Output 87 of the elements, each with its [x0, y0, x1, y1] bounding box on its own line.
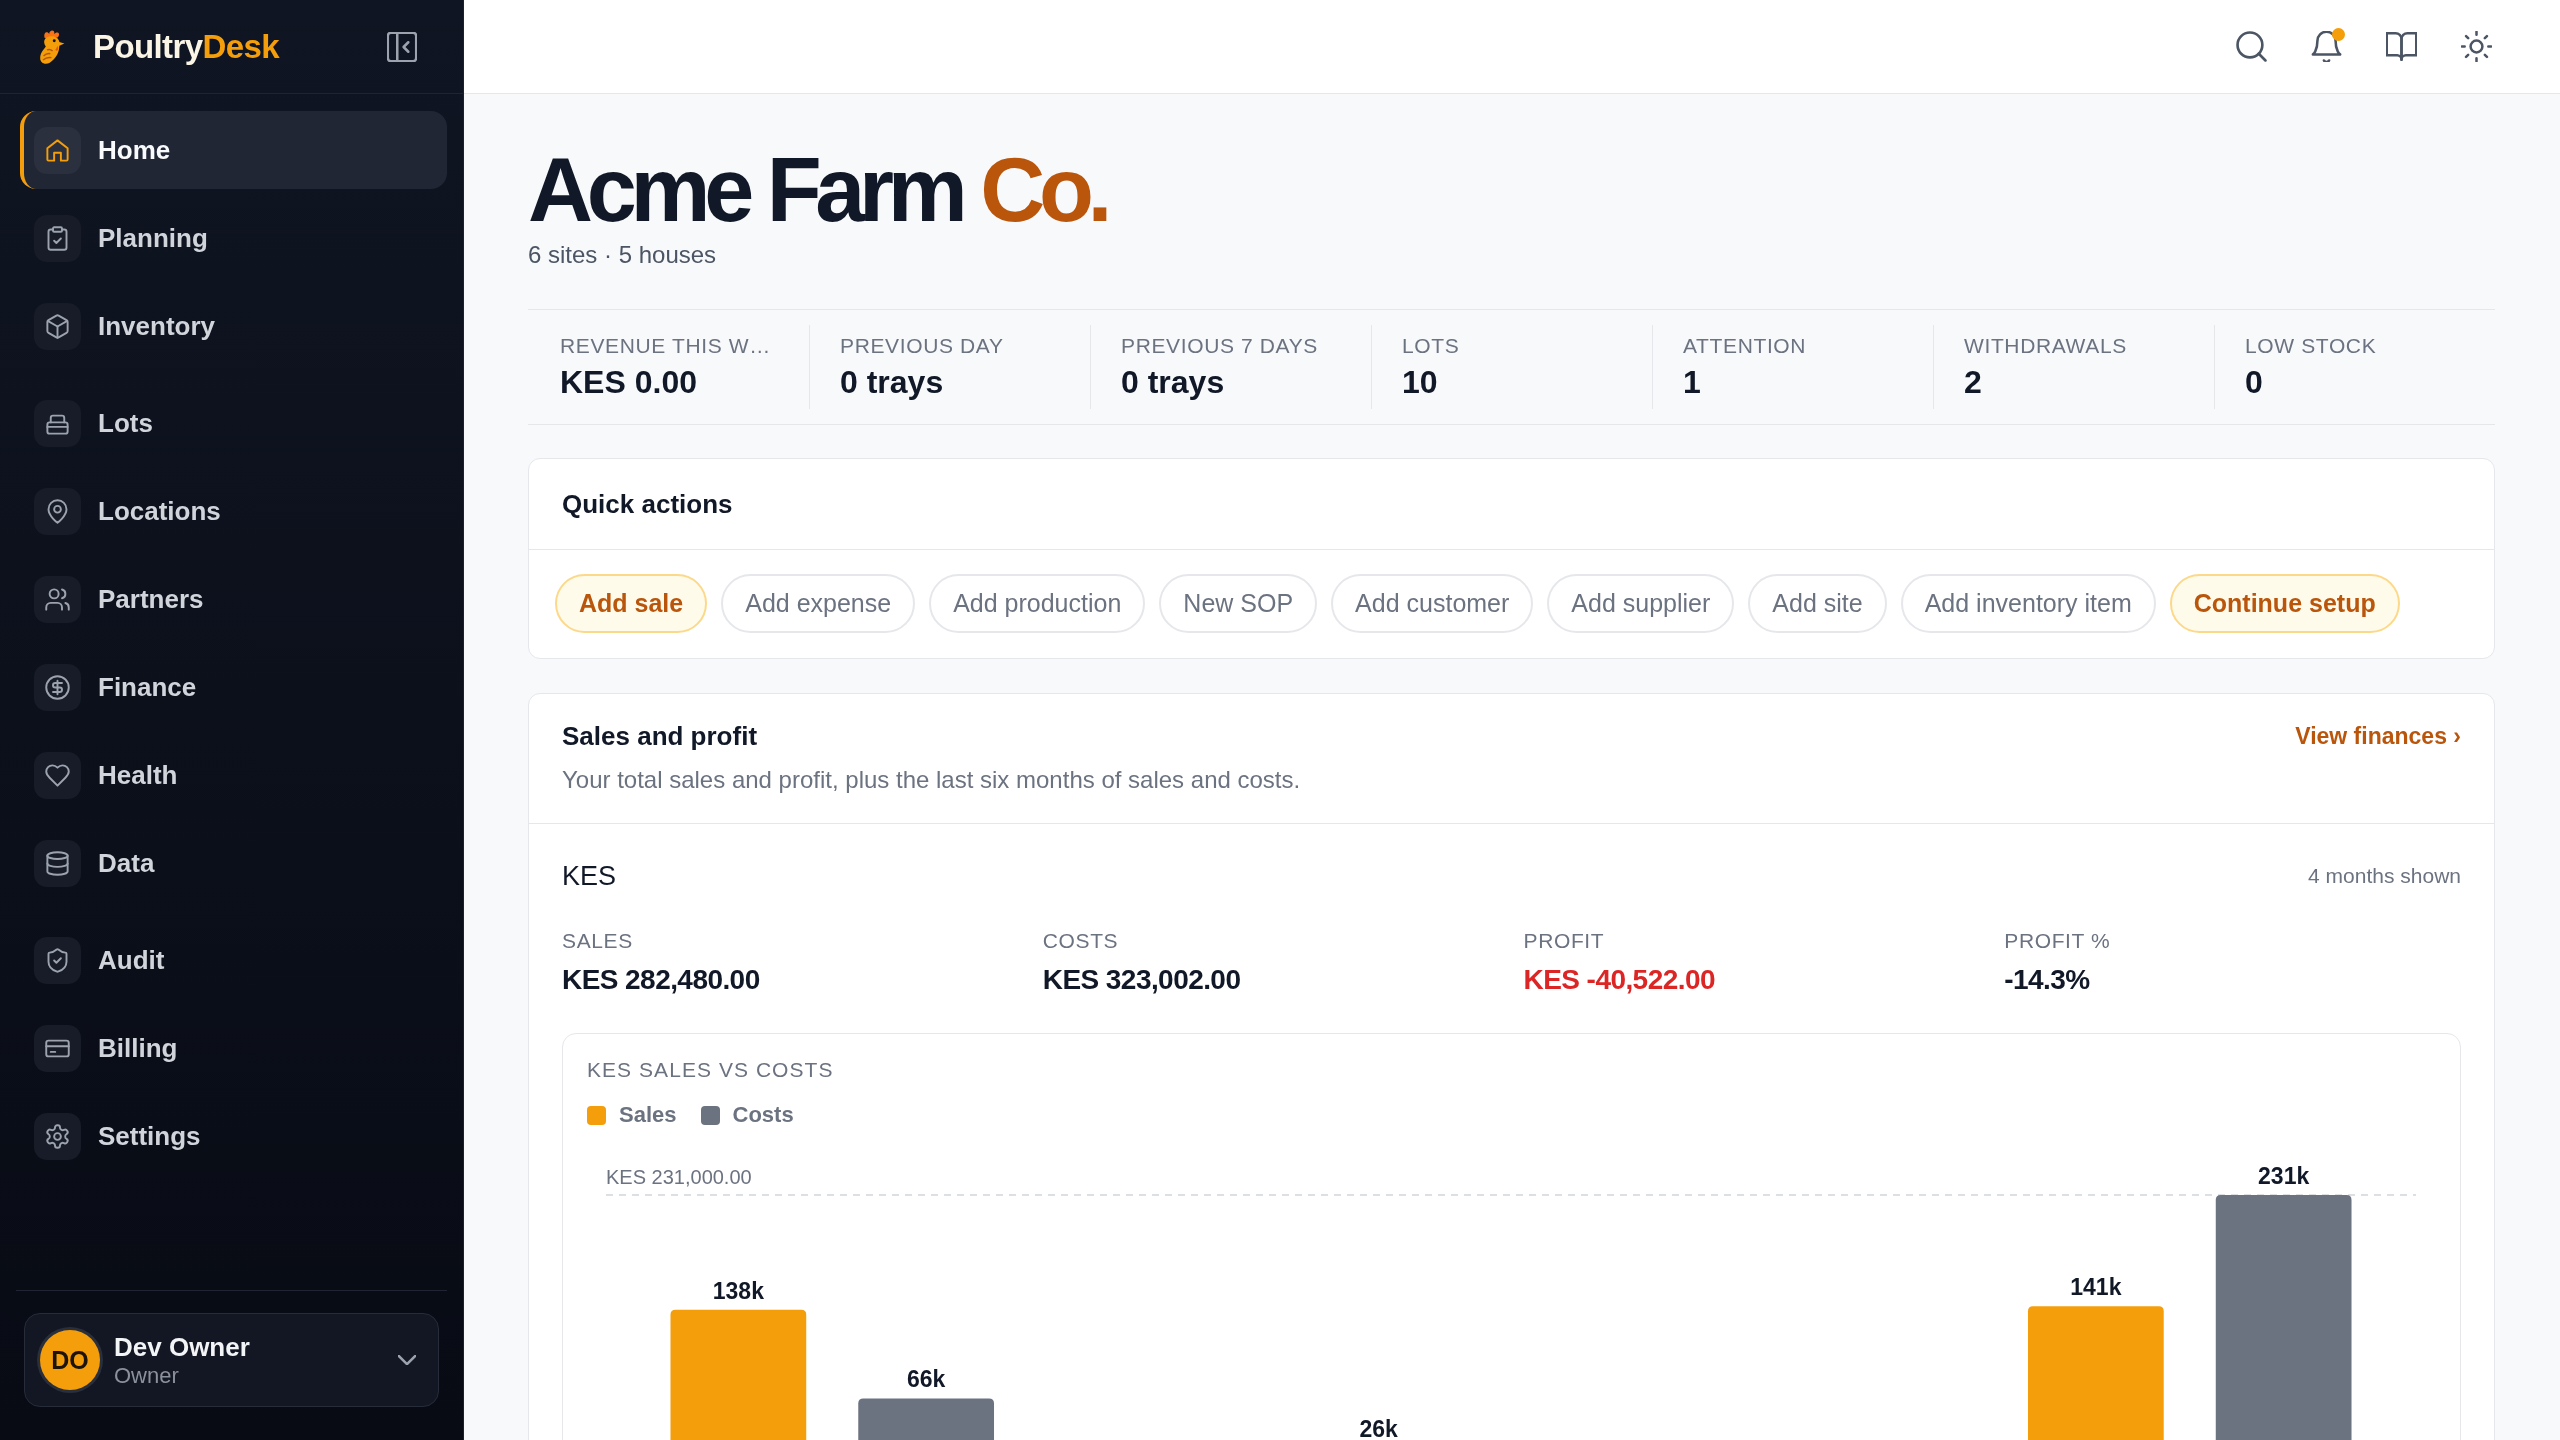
nav-item[interactable]: Partners [20, 560, 447, 638]
settings-icon [34, 1112, 81, 1160]
quick-action-chip[interactable]: Add site [1748, 574, 1887, 633]
stat-label: LOW STOCK [2245, 333, 2378, 359]
bell-icon [2311, 31, 2342, 62]
sun-icon [2461, 31, 2492, 62]
nav-item[interactable]: Locations [20, 472, 447, 550]
page-subtitle: 6 sites · 5 houses [528, 240, 718, 270]
collapse-panel-icon [387, 31, 417, 62]
shield-check-icon [34, 936, 81, 984]
home-icon [34, 126, 81, 174]
quick-action-chip[interactable]: Add expense [721, 574, 916, 633]
bar-value-label: 138k [712, 1277, 764, 1304]
currency-label: KES [562, 860, 617, 893]
search-button[interactable] [2236, 31, 2267, 62]
quick-action-chip[interactable]: Add customer [1331, 574, 1534, 633]
brand-name: PoultryDesk [93, 26, 279, 67]
stat-label: ATTENTION [1683, 333, 1808, 359]
bar-value-label: 141k [2070, 1274, 2122, 1301]
stat-label: PREVIOUS DAY [840, 333, 1005, 359]
quick-action-chip[interactable]: Add production [929, 574, 1146, 633]
stat-label: PREVIOUS 7 DAYS [1121, 333, 1319, 359]
stat-label: LOTS [1402, 333, 1461, 359]
search-icon [2236, 31, 2267, 62]
docs-button[interactable] [2386, 31, 2417, 62]
stat-value: 2 [1964, 363, 1983, 402]
metric-label: PROFIT [1523, 928, 1606, 954]
quick-action-chip[interactable]: Add supplier [1547, 574, 1735, 633]
quick-action-chip[interactable]: Add sale [555, 574, 708, 633]
stat-label: WITHDRAWALS [1964, 333, 2128, 359]
metric-value: KES 323,002.00 [1042, 963, 1242, 997]
bar-value-label: 66k [906, 1366, 946, 1393]
metric-label: COSTS [1042, 928, 1120, 954]
reference-line-label: KES 231,000.00 [606, 1166, 752, 1188]
open-book-icon [2386, 31, 2417, 62]
legend-label: Costs [732, 1101, 794, 1129]
users-icon [34, 575, 81, 623]
card-title: Quick actions [562, 488, 733, 521]
chart-title: KES SALES VS COSTS [587, 1057, 835, 1083]
stat-label: REVENUE THIS W… [560, 333, 772, 359]
stat-value: 10 [1402, 363, 1439, 402]
card-title: Sales and profit [562, 720, 759, 753]
theme-toggle-button[interactable] [2461, 31, 2492, 62]
sidebar-toggle-button[interactable] [387, 31, 417, 62]
nav-item[interactable]: Inventory [20, 287, 447, 365]
page-title: Acme Farm Co. [528, 145, 1108, 235]
cube-icon [34, 302, 81, 350]
stat-value: 0 trays [840, 363, 945, 402]
nav-item[interactable]: Audit [20, 921, 447, 999]
user-role: Owner [114, 1362, 180, 1389]
database-icon [34, 839, 81, 887]
view-finances-link[interactable]: View finances › [2295, 719, 2461, 753]
dollar-icon [34, 663, 81, 711]
nav-item[interactable]: Data [20, 824, 447, 902]
stat-value: 0 [2245, 363, 2264, 402]
quick-action-chip[interactable]: New SOP [1159, 574, 1318, 633]
map-pin-icon [34, 487, 81, 535]
heart-icon [34, 751, 81, 799]
quick-action-chip[interactable]: Continue setup [2169, 574, 2400, 633]
metric-value: KES -40,522.00 [1523, 963, 1716, 997]
nav-item[interactable]: Billing [20, 1009, 447, 1087]
nav-item[interactable]: Lots [20, 384, 447, 462]
nav-item[interactable]: Home [20, 111, 447, 189]
metric-value: -14.3% [2004, 963, 2091, 997]
tray-stack-icon [34, 399, 81, 447]
clipboard-check-icon [34, 214, 81, 262]
months-note: 4 months shown [2308, 864, 2461, 888]
nav-item[interactable]: Settings [20, 1097, 447, 1175]
card-description: Your total sales and profit, plus the last six months of sales and costs. [562, 765, 1301, 795]
nav-item[interactable]: Planning [20, 199, 447, 277]
credit-card-icon [34, 1024, 81, 1072]
bar-value-label: 231k [2258, 1163, 2310, 1189]
notifications-button[interactable] [2311, 31, 2342, 62]
chevron-down-icon [398, 1355, 416, 1365]
stat-value: 1 [1683, 363, 1702, 402]
quick-action-chip[interactable]: Add inventory item [1900, 574, 2156, 633]
bar-value-label: 26k [1359, 1415, 1398, 1440]
metric-value: KES 282,480.00 [562, 963, 761, 997]
metric-label: PROFIT % [2004, 928, 2112, 954]
user-name: Dev Owner [114, 1331, 251, 1363]
nav-item[interactable]: Health [20, 736, 447, 814]
stat-value: KES 0.00 [560, 363, 698, 402]
stat-value: 0 trays [1121, 363, 1226, 402]
metric-label: SALES [562, 928, 634, 954]
nav-item[interactable]: Finance [20, 648, 447, 726]
avatar-circle: DO [40, 1330, 100, 1390]
legend-label: Sales [619, 1101, 677, 1129]
